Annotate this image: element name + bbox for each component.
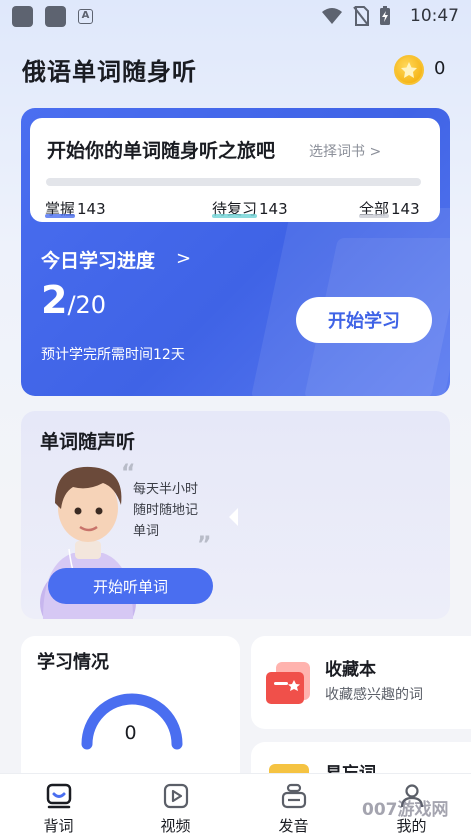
study-progress-card: 开始你的单词随身听之旅吧 选择词书 > 掌握 143 待复习 143 全部 143 今… xyxy=(21,108,450,396)
favorites-title: 收藏本 xyxy=(325,660,376,680)
progress-current: 2 xyxy=(41,278,68,322)
tab-words[interactable]: 背词 xyxy=(0,774,117,837)
tab-video[interactable]: 视频 xyxy=(117,774,234,837)
tab-label: 视频 xyxy=(160,817,191,835)
start-study-button[interactable]: 开始学习 xyxy=(296,297,432,343)
study-status-title: 学习情况 xyxy=(37,652,109,673)
today-progress-count: 2/20 xyxy=(41,278,106,322)
bubble-line: 单词 xyxy=(133,524,160,539)
today-progress-title[interactable]: 今日学习进度 xyxy=(41,246,155,273)
word-book-icon xyxy=(46,783,72,809)
quote-close-icon: ” xyxy=(197,533,212,558)
choose-book-link[interactable]: 选择词书 > xyxy=(309,141,381,161)
video-icon xyxy=(163,783,189,809)
stat-value: 143 xyxy=(259,200,288,218)
tab-label: 背词 xyxy=(43,817,74,835)
bubble-line: 每天半小时 xyxy=(133,482,199,497)
coin-icon[interactable] xyxy=(394,55,424,85)
wifi-icon xyxy=(322,8,342,24)
status-bar: A 10:47 xyxy=(0,0,471,34)
favorites-card[interactable]: 收藏本 收藏感兴趣的词 xyxy=(251,636,471,729)
notification-icon xyxy=(12,6,33,27)
tab-pronunciation[interactable]: 发音 xyxy=(235,774,352,837)
listen-bubble: 每天半小时 随时随地记 单词 xyxy=(133,479,198,542)
book-progress-bar xyxy=(46,178,421,186)
favorites-subtitle: 收藏感兴趣的词 xyxy=(325,687,423,703)
bubble-line: 随时随地记 xyxy=(133,503,199,518)
word-book-card[interactable]: 开始你的单词随身听之旅吧 选择词书 > 掌握 143 待复习 143 全部 143 xyxy=(30,118,440,222)
stat-mastered: 掌握 143 xyxy=(45,198,106,219)
clock: 10:47 xyxy=(410,6,459,26)
stat-label: 待复习 xyxy=(212,200,258,218)
listen-title: 单词随声听 xyxy=(40,431,136,453)
watermark: 007游戏网 xyxy=(362,800,449,820)
progress-total: /20 xyxy=(67,291,107,319)
battery-icon xyxy=(380,6,390,25)
stat-value: 143 xyxy=(77,200,106,218)
app-title: 俄语单词随身听 xyxy=(22,58,197,86)
bubble-pointer xyxy=(229,508,238,526)
favorites-book-icon xyxy=(266,662,310,704)
chevron-right-icon[interactable]: > xyxy=(176,248,191,269)
tab-label: 发音 xyxy=(278,817,309,835)
start-listen-button[interactable]: 开始听单词 xyxy=(48,568,213,604)
no-sim-icon xyxy=(353,6,369,26)
study-gauge-value: 0 xyxy=(124,722,137,744)
stat-total: 全部 143 xyxy=(359,198,420,219)
word-listen-card: 单词随声听 “ 每天半小时 随时随地记 单词 ” 开始听单词 xyxy=(21,411,450,619)
stat-label: 掌握 xyxy=(45,200,76,218)
app-notification-icon: A xyxy=(78,9,93,24)
notification-icon xyxy=(45,6,66,27)
study-status-card[interactable]: 学习情况 0 xyxy=(21,636,240,786)
stat-label: 全部 xyxy=(359,200,390,218)
stat-value: 143 xyxy=(391,200,420,218)
word-book-title: 开始你的单词随身听之旅吧 xyxy=(47,140,276,162)
estimate-time: 预计学完所需时间12天 xyxy=(41,347,185,363)
stat-review: 待复习 143 xyxy=(212,198,288,219)
pronunciation-icon xyxy=(281,783,307,809)
coin-count: 0 xyxy=(434,58,446,79)
